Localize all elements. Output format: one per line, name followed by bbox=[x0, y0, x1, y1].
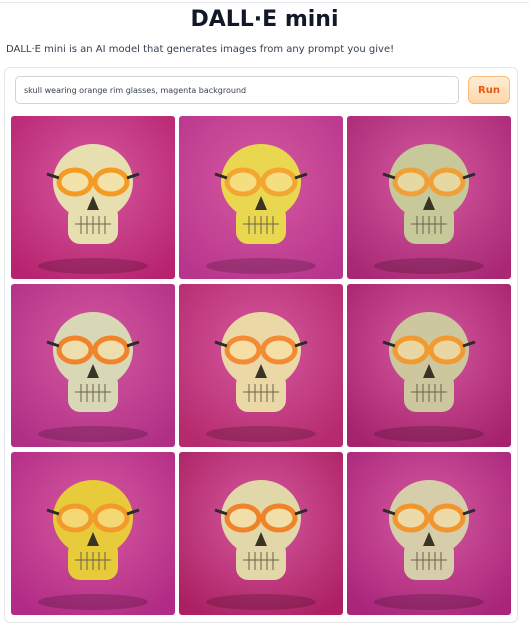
gallery-item-1[interactable] bbox=[11, 116, 175, 279]
gallery-item-2[interactable] bbox=[179, 116, 343, 279]
run-button[interactable]: Run bbox=[468, 76, 510, 104]
page-title: DALL·E mini bbox=[190, 7, 339, 32]
gallery-item-8[interactable] bbox=[179, 452, 343, 615]
generation-panel: Run bbox=[4, 67, 518, 623]
generated-image-1 bbox=[11, 116, 175, 279]
gallery-item-9[interactable] bbox=[347, 452, 511, 615]
prompt-input[interactable] bbox=[16, 77, 458, 103]
generated-image-2 bbox=[179, 116, 343, 279]
results-gallery bbox=[11, 116, 511, 616]
generated-image-3 bbox=[347, 116, 511, 279]
generated-image-7 bbox=[11, 452, 175, 615]
generated-image-9 bbox=[347, 452, 511, 615]
gallery-item-6[interactable] bbox=[347, 284, 511, 447]
gallery-item-3[interactable] bbox=[347, 116, 511, 279]
generated-image-5 bbox=[179, 284, 343, 447]
generated-image-6 bbox=[347, 284, 511, 447]
gallery-item-7[interactable] bbox=[11, 452, 175, 615]
gallery-item-4[interactable] bbox=[11, 284, 175, 447]
gallery-item-5[interactable] bbox=[179, 284, 343, 447]
prompt-field[interactable] bbox=[15, 76, 459, 104]
generated-image-8 bbox=[179, 452, 343, 615]
top-divider bbox=[0, 2, 529, 3]
generated-image-4 bbox=[11, 284, 175, 447]
app-description: DALL·E mini is an AI model that generate… bbox=[6, 44, 395, 55]
